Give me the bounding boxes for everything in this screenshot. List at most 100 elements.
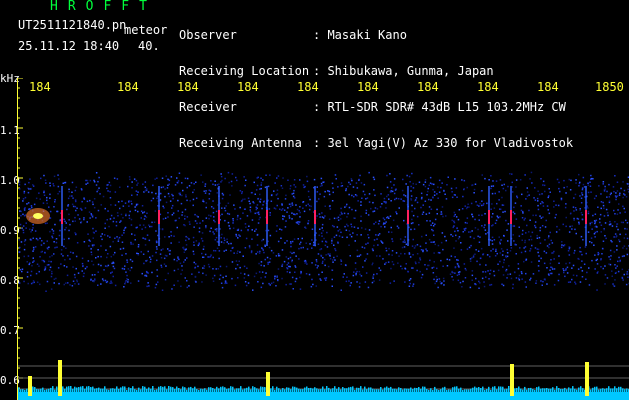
- noise-pixel: [123, 286, 125, 288]
- noise-pixel: [55, 277, 57, 280]
- noise-pixel: [224, 280, 227, 282]
- noise-pixel: [124, 282, 126, 285]
- noise-pixel: [331, 269, 333, 271]
- noise-pixel: [475, 283, 477, 286]
- trace-bar: [276, 386, 278, 392]
- noise-pixel: [332, 191, 334, 194]
- noise-pixel: [430, 241, 432, 243]
- noise-pixel: [119, 186, 121, 188]
- noise-pixel: [438, 278, 441, 280]
- noise-pixel: [575, 179, 577, 181]
- noise-pixel: [149, 261, 152, 263]
- noise-pixel: [603, 215, 606, 217]
- noise-pixel: [550, 266, 552, 268]
- noise-pixel: [274, 278, 276, 280]
- noise-pixel: [390, 231, 393, 233]
- noise-pixel: [547, 209, 549, 211]
- noise-pixel: [97, 263, 100, 266]
- noise-pixel: [346, 223, 348, 226]
- noise-pixel: [360, 182, 363, 184]
- noise-pixel: [532, 273, 535, 275]
- noise-pixel: [460, 242, 462, 244]
- noise-pixel: [498, 199, 500, 201]
- noise-pixel: [361, 197, 363, 199]
- noise-pixel: [558, 255, 560, 257]
- trace-bar: [314, 387, 316, 392]
- noise-pixel: [298, 221, 301, 223]
- noise-pixel: [234, 208, 236, 210]
- trace-bar: [376, 389, 378, 392]
- noise-pixel: [281, 208, 284, 210]
- noise-pixel: [460, 249, 463, 251]
- noise-pixel: [368, 201, 371, 203]
- noise-pixel: [119, 221, 121, 223]
- trace-bar: [518, 386, 520, 392]
- noise-pixel: [166, 187, 169, 189]
- noise-pixel: [511, 191, 514, 193]
- trace-bar: [34, 387, 36, 392]
- noise-pixel: [371, 263, 373, 266]
- noise-pixel: [349, 284, 351, 287]
- noise-pixel: [326, 246, 329, 248]
- noise-pixel: [114, 284, 117, 287]
- trace-bar: [478, 387, 480, 392]
- noise-pixel: [272, 252, 275, 254]
- noise-pixel: [506, 248, 508, 251]
- noise-pixel: [152, 184, 154, 187]
- echo-core: [488, 210, 490, 224]
- noise-pixel: [22, 229, 25, 231]
- noise-pixel: [626, 253, 629, 256]
- noise-pixel: [291, 193, 293, 195]
- noise-pixel: [80, 220, 83, 223]
- noise-pixel: [594, 213, 597, 215]
- noise-pixel: [251, 229, 253, 231]
- noise-pixel: [109, 236, 111, 238]
- noise-pixel: [232, 218, 234, 220]
- trace-bar: [516, 388, 518, 392]
- trace-bar: [252, 386, 254, 392]
- trace-bar: [548, 388, 550, 392]
- noise-pixel: [510, 247, 513, 249]
- noise-pixel: [546, 205, 549, 207]
- noise-pixel: [43, 242, 45, 245]
- noise-pixel: [231, 173, 234, 175]
- noise-pixel: [494, 222, 497, 224]
- noise-pixel: [601, 247, 604, 250]
- noise-pixel: [260, 277, 262, 279]
- trace-bar: [602, 388, 604, 392]
- noise-pixel: [362, 190, 365, 193]
- noise-pixel: [585, 278, 587, 280]
- noise-pixel: [565, 269, 567, 271]
- trace-bar: [208, 387, 210, 392]
- noise-pixel: [225, 265, 228, 268]
- noise-pixel: [185, 194, 187, 196]
- baseline-band: [18, 392, 629, 400]
- noise-pixel: [590, 174, 592, 177]
- noise-pixel: [396, 212, 398, 215]
- noise-pixel: [393, 184, 395, 186]
- noise-pixel: [352, 274, 355, 277]
- noise-pixel: [247, 282, 250, 284]
- noise-pixel: [501, 196, 503, 199]
- noise-pixel: [23, 192, 25, 194]
- trace-bar: [520, 388, 522, 392]
- noise-pixel: [25, 227, 27, 229]
- noise-pixel: [566, 266, 569, 269]
- noise-pixel: [576, 274, 578, 277]
- noise-band: [18, 171, 629, 292]
- noise-pixel: [503, 183, 505, 186]
- noise-pixel: [565, 225, 567, 228]
- noise-pixel: [44, 266, 47, 268]
- noise-pixel: [223, 237, 225, 239]
- noise-pixel: [489, 255, 491, 258]
- noise-pixel: [258, 218, 260, 221]
- noise-pixel: [58, 178, 60, 180]
- noise-pixel: [599, 218, 601, 220]
- noise-pixel: [44, 222, 47, 225]
- trace-bar: [492, 386, 494, 392]
- noise-pixel: [31, 229, 33, 231]
- noise-pixel: [580, 197, 583, 199]
- noise-pixel: [297, 223, 300, 225]
- trace-bar: [348, 387, 350, 392]
- noise-pixel: [231, 185, 233, 187]
